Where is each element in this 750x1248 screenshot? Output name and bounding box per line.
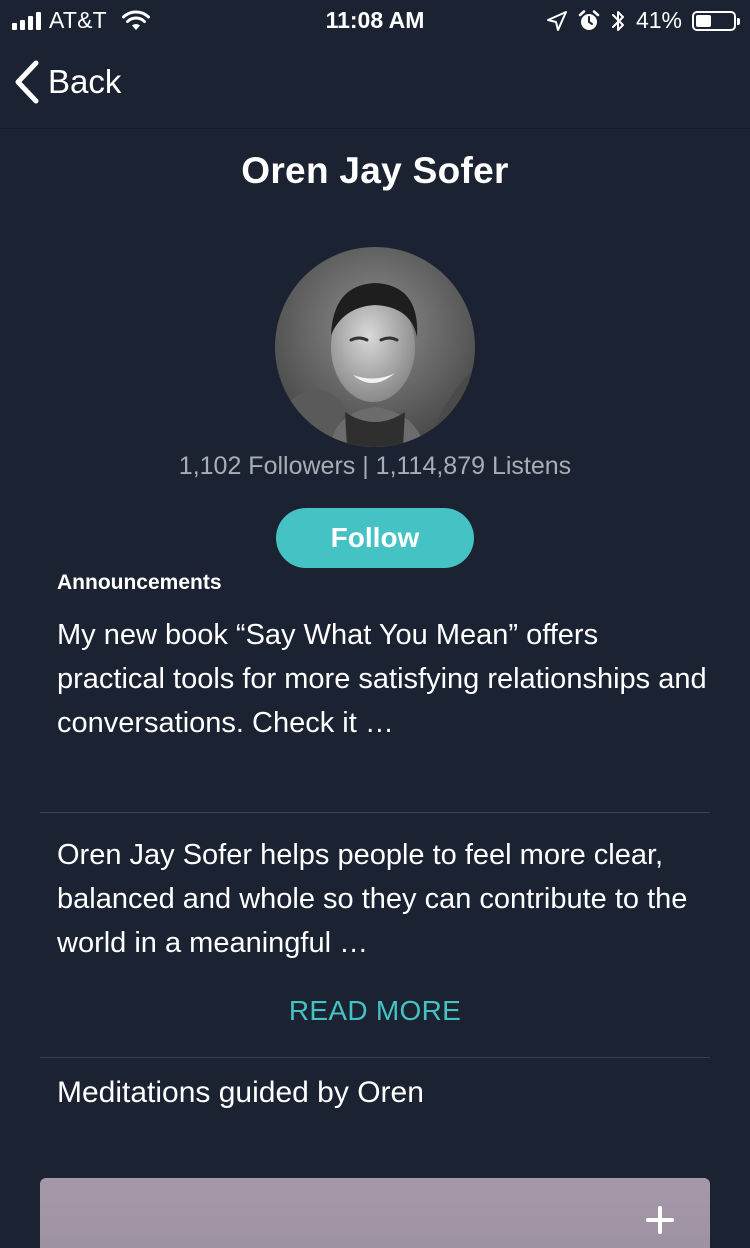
plus-icon[interactable]	[646, 1206, 674, 1234]
battery-percent: 41%	[635, 7, 682, 33]
page-title: Oren Jay Sofer	[241, 150, 509, 191]
status-right: 41%	[546, 7, 740, 34]
chevron-left-icon	[15, 60, 39, 104]
follow-button[interactable]: Follow	[276, 508, 474, 568]
bio-text: Oren Jay Sofer helps people to feel more…	[57, 839, 688, 959]
avatar-photo	[275, 247, 475, 447]
announcements-heading: Announcements	[57, 571, 222, 594]
meditations-heading: Meditations guided by Oren	[57, 1076, 424, 1109]
location-icon	[546, 10, 567, 31]
meditation-card[interactable]	[40, 1178, 710, 1248]
announcement-text[interactable]: My new book “Say What You Mean” offers p…	[57, 613, 707, 745]
back-button[interactable]: Back	[14, 60, 121, 104]
divider	[40, 1057, 710, 1058]
divider	[40, 812, 710, 813]
avatar	[275, 247, 475, 447]
back-label: Back	[48, 63, 122, 100]
profile-stats: 1,102 Followers | 1,114,879 Listens	[178, 452, 572, 480]
status-bar: AT&T 11:08 AM 41%	[0, 0, 750, 40]
nav-bar: Back	[0, 40, 750, 129]
read-more-link[interactable]: READ MORE	[0, 995, 750, 1027]
battery-icon	[692, 10, 740, 31]
profile-screen: AT&T 11:08 AM 41% Back Oren Jay Sofer 1,…	[0, 0, 750, 1248]
battery-fill	[696, 14, 711, 27]
bluetooth-icon	[611, 10, 624, 31]
battery-tip	[737, 17, 740, 25]
alarm-icon	[578, 9, 600, 30]
